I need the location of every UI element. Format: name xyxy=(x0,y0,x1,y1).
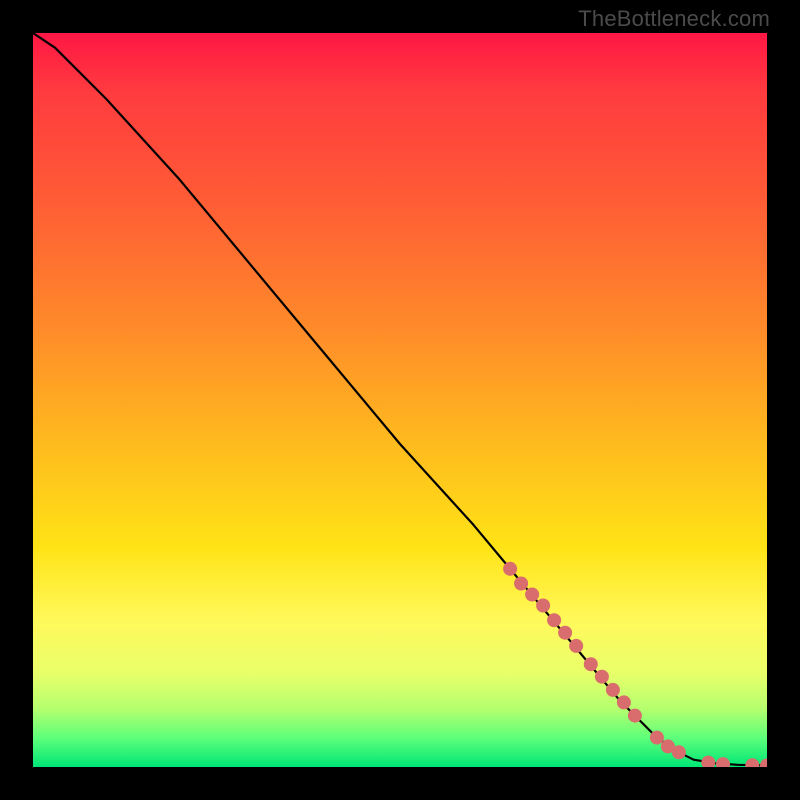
chart-container: TheBottleneck.com xyxy=(0,0,800,800)
gradient-plot-area xyxy=(33,33,767,767)
watermark-text: TheBottleneck.com xyxy=(578,6,770,32)
